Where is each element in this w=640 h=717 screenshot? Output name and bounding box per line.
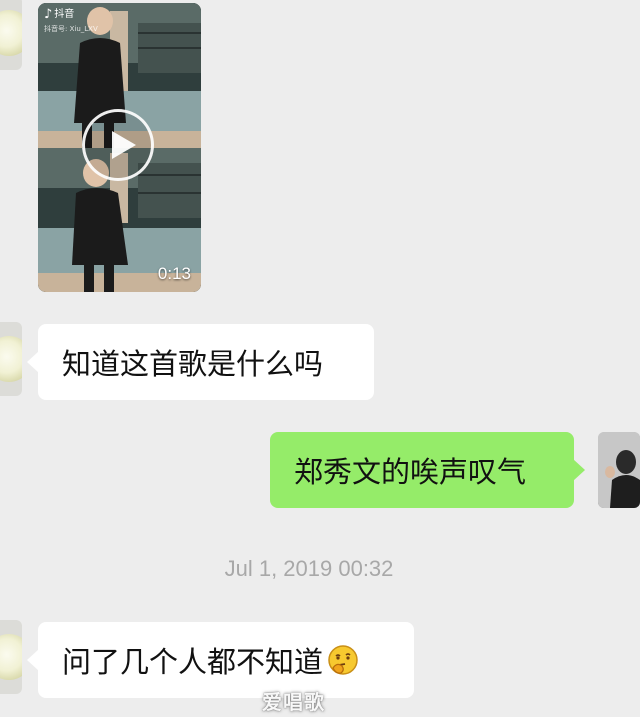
contact-avatar[interactable] [0, 620, 22, 694]
app-badge: ♪ 抖音 抖音号: Xiu_LXV [44, 7, 98, 33]
user-avatar[interactable] [598, 432, 640, 508]
user-photo-icon [598, 432, 640, 508]
thinking-face-icon [327, 644, 359, 676]
app-name: 抖音 [54, 9, 75, 20]
video-duration: 0:13 [157, 264, 191, 283]
incoming-message-bubble[interactable]: 知道这首歌是什么吗 [27, 324, 374, 400]
play-icon [112, 131, 136, 159]
message-text: 知道这首歌是什么吗 [62, 347, 324, 381]
play-button[interactable] [82, 109, 154, 181]
app-account: 抖音号: Xiu_LXV [44, 25, 98, 33]
incoming-message-bubble[interactable]: 问了几个人都不知道 [27, 622, 414, 698]
message-text: 郑秀文的唉声叹气 [294, 455, 527, 489]
lemon-avatar-icon [0, 10, 22, 56]
chat-window: ♪ 抖音 抖音号: Xiu_LXV 0:13 知道这首歌是什么吗 郑秀文的唉声叹… [0, 0, 640, 717]
watermark: 爱唱歌 [262, 690, 325, 714]
video-message[interactable]: ♪ 抖音 抖音号: Xiu_LXV 0:13 [38, 3, 201, 292]
lemon-avatar-icon [0, 634, 22, 680]
contact-avatar[interactable] [0, 322, 22, 396]
contact-avatar[interactable] [0, 0, 22, 70]
music-note-icon: ♪ [44, 7, 53, 22]
message-text: 问了几个人都不知道 [62, 645, 324, 679]
outgoing-message-bubble[interactable]: 郑秀文的唉声叹气 [270, 432, 585, 508]
lemon-avatar-icon [0, 336, 22, 382]
message-timestamp: Jul 1, 2019 00:32 [224, 556, 394, 581]
